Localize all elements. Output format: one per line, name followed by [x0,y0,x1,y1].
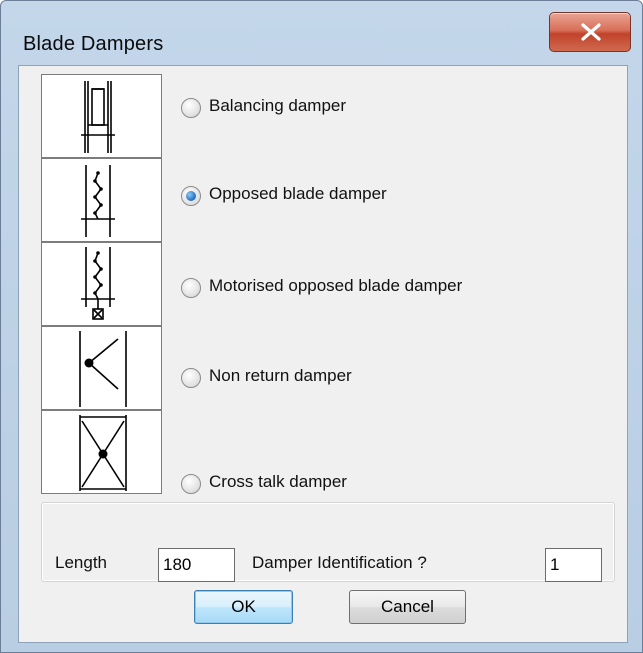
motorised-damper-label[interactable]: Motorised opposed blade damper [209,276,462,296]
length-label: Length [55,553,107,572]
ok-button[interactable]: OK [194,590,293,624]
cancel-button[interactable]: Cancel [349,590,466,624]
close-icon [581,23,601,41]
opposed-blade-damper-icon [41,158,162,242]
motorised-damper-icon [41,242,162,326]
motorised-damper-radio[interactable] [181,278,201,298]
cross-talk-damper-icon [41,410,162,494]
length-input[interactable] [158,548,235,582]
option-balancing-damper[interactable]: Balancing damper [19,74,629,158]
option-opposed-blade-damper[interactable]: Opposed blade damper [19,158,629,242]
window-title: Blade Dampers [23,33,164,55]
non-return-damper-radio[interactable] [181,368,201,388]
option-non-return-damper[interactable]: Non return damper [19,326,629,410]
option-cross-talk-damper[interactable]: Cross talk damper [19,410,629,494]
opposed-blade-damper-label[interactable]: Opposed blade damper [209,184,387,204]
non-return-damper-label[interactable]: Non return damper [209,366,352,386]
title-bar[interactable]: Blade Dampers [1,1,642,65]
balancing-damper-radio[interactable] [181,98,201,118]
opposed-blade-damper-radio[interactable] [181,186,201,206]
balancing-damper-icon [41,74,162,158]
balancing-damper-label[interactable]: Balancing damper [209,96,346,116]
dialog-window: Blade Dampers Balancing damper Opposed b… [0,0,643,653]
option-motorised-damper[interactable]: Motorised opposed blade damper [19,242,629,326]
damper-identification-label: Damper Identification ? [252,553,427,572]
cross-talk-damper-label[interactable]: Cross talk damper [209,472,347,492]
cross-talk-damper-radio[interactable] [181,474,201,494]
dialog-body: Balancing damper Opposed blade damper Mo… [18,65,628,643]
damper-identification-input[interactable] [545,548,602,582]
close-button[interactable] [549,12,631,52]
non-return-damper-icon [41,326,162,410]
